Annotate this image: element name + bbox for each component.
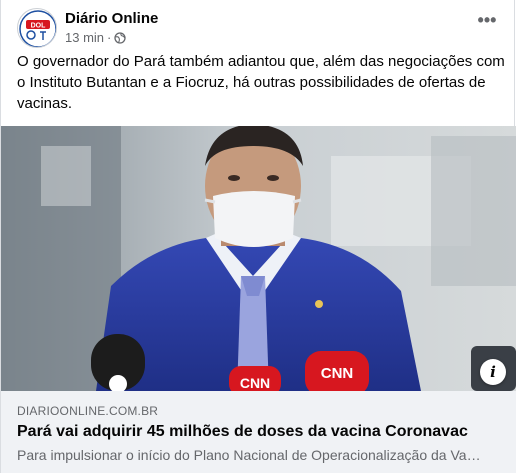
post-card: DOL Diário Online 13 min · ••• O governa… [0, 0, 516, 473]
meta-separator: · [107, 30, 112, 45]
link-preview[interactable]: DIARIOONLINE.COM.BR Pará vai adquirir 45… [1, 359, 516, 473]
page-name[interactable]: Diário Online [65, 10, 158, 27]
avatar-text: DOL [31, 23, 47, 30]
more-options-button[interactable]: ••• [473, 11, 501, 36]
link-description: Para impulsionar o início do Plano Nacio… [17, 447, 487, 463]
post-message: O governador do Pará também adiantou que… [17, 53, 505, 112]
post-photo[interactable]: CNN CNN [1, 126, 516, 391]
cnn-logo-left: CNN [240, 375, 270, 391]
post-header: DOL Diário Online 13 min · ••• [17, 8, 507, 48]
post-time[interactable]: 13 min [65, 30, 104, 45]
link-domain: DIARIOONLINE.COM.BR [17, 404, 159, 418]
page-avatar[interactable]: DOL [17, 8, 57, 48]
cnn-logo-right: CNN [321, 365, 354, 382]
link-title[interactable]: Pará vai adquirir 45 milhões de doses da… [17, 423, 468, 441]
info-icon[interactable]: i [480, 359, 506, 385]
governor-photo-image: CNN CNN [1, 126, 516, 391]
dol-logo-icon: DOL [19, 10, 56, 47]
post-meta: 13 min · [65, 30, 127, 45]
globe-icon[interactable] [114, 31, 127, 44]
